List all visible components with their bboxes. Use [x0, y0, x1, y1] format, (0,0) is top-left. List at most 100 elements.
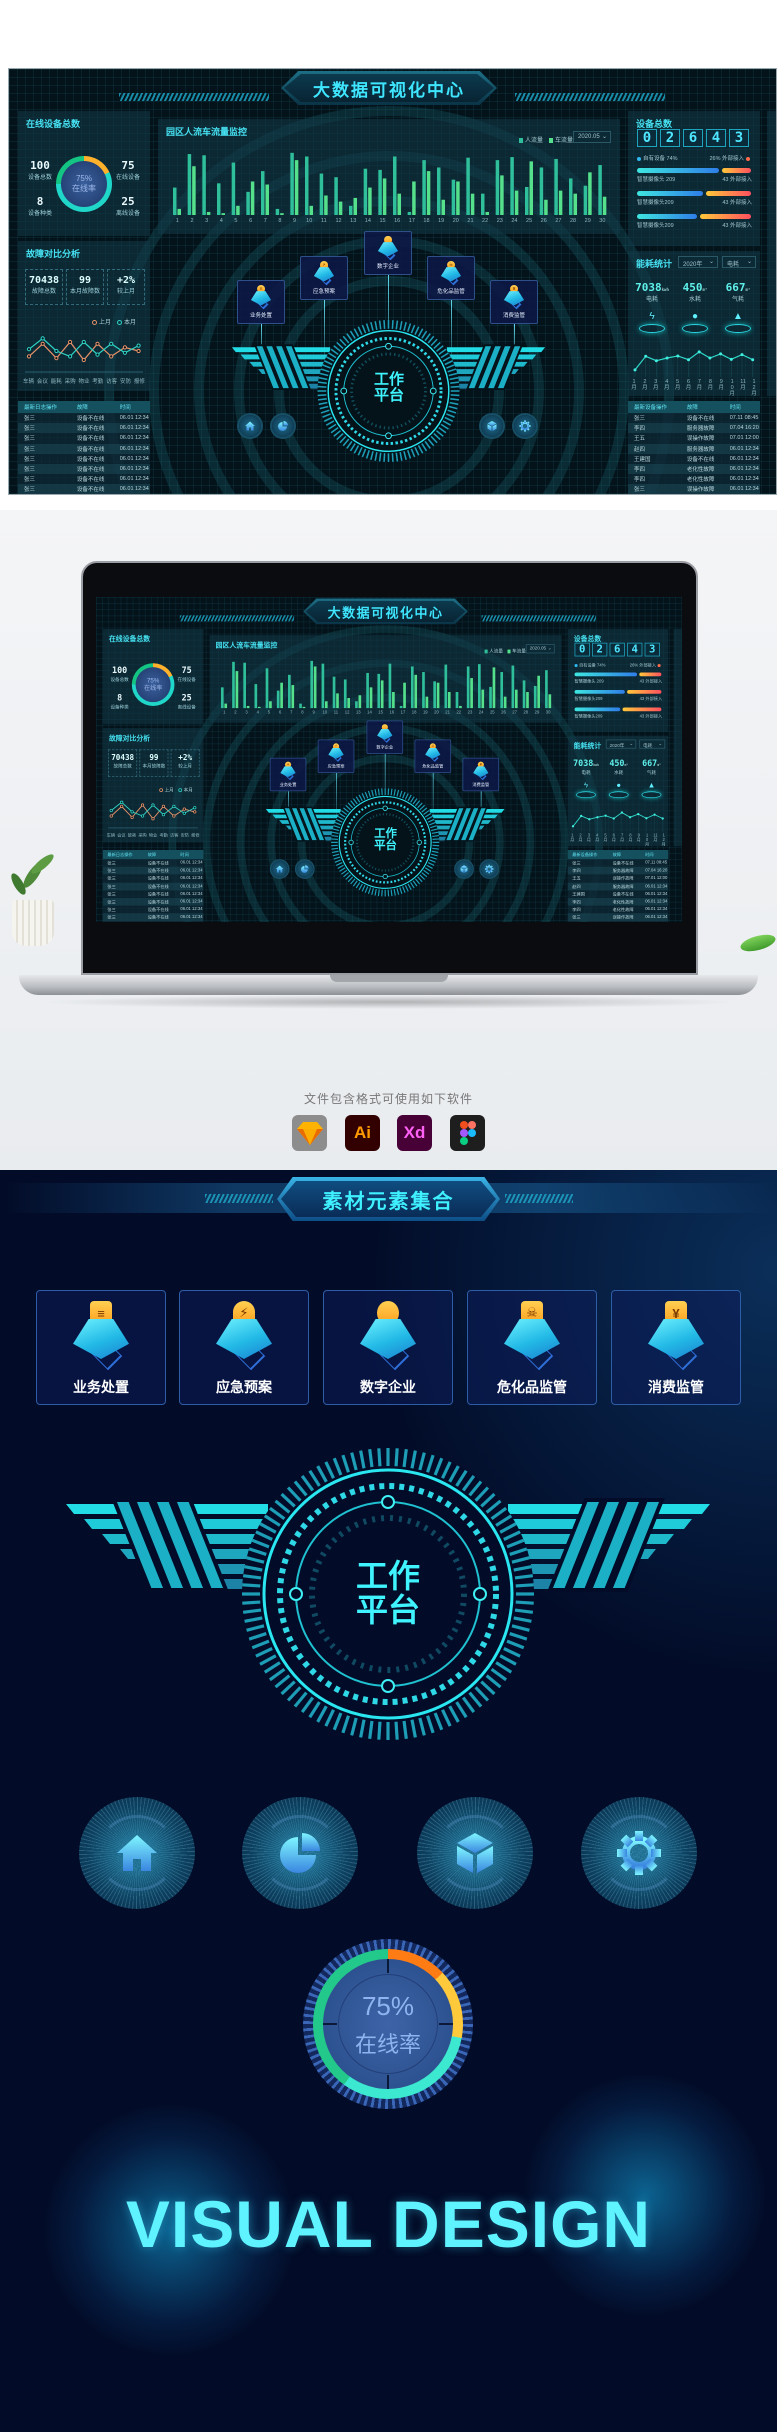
cube-button[interactable] — [481, 415, 503, 437]
table-row[interactable]: 张三 设备不在线 06.01 12:34 — [18, 413, 150, 423]
flame-icon: ▲ — [647, 781, 656, 790]
table-row[interactable]: 张三 设备不在线 06.01 12:34 — [18, 463, 150, 475]
table-row[interactable]: 李四 老化性故障 06.01 12:34 — [628, 474, 760, 484]
module-card-4[interactable]: ¥ 消费监管 — [490, 280, 538, 324]
module-card-2[interactable]: 数字企业 — [323, 1290, 453, 1405]
x-tick-label: 9 — [293, 218, 297, 224]
module-card-0[interactable]: ≡ 业务处置 — [237, 280, 285, 324]
stat-value-line: 667m³ — [636, 759, 666, 769]
title-banner: 大数据可视化中心 — [9, 69, 776, 111]
month-select[interactable]: 2020.05 ⌄ — [573, 131, 611, 143]
stat-2: 8 设备种类 — [26, 195, 54, 217]
table-row[interactable]: 张三 设备不在线 06.01 12:34 — [18, 443, 150, 454]
module-card-2[interactable]: 数字企业 — [366, 720, 404, 754]
x-tick-label: 考勤 — [159, 833, 168, 838]
data-point — [140, 803, 145, 807]
table-row[interactable]: 张三 设备不在线 06.01 12:34 — [103, 859, 204, 867]
year-select[interactable]: 2020年 ⌄ — [678, 256, 718, 268]
table-row[interactable]: 张三 设备不在线 06.01 12:34 — [18, 454, 150, 464]
table-row[interactable]: 张三 设备不在线 06.01 12:34 — [18, 474, 150, 484]
legend-label: 人流量 — [525, 138, 544, 144]
stat-label: 设备种类 — [110, 705, 129, 710]
module-card-2[interactable]: 数字企业 — [364, 231, 412, 275]
traffic-bar-chart — [173, 152, 607, 215]
ring-tick — [402, 1448, 408, 1468]
table-row[interactable]: 王五 误操作故障 07.01 12:00 — [628, 433, 760, 443]
table-row[interactable]: 张三 误操作故障 06.01 12:34 — [567, 913, 669, 922]
bar-left-label: 智慧摄像头209 — [574, 696, 603, 702]
table-row[interactable]: 张三 设备不在线 07.11 08:45 — [568, 859, 669, 867]
x-tick-label: 5月 — [674, 379, 681, 391]
x-tick-label: 24 — [511, 218, 518, 224]
device-log-table: 最新设备操作 故障 时间 张三 设备不在线 07.11 08:45 李四 服务器故障 07.04… — [567, 849, 669, 922]
year-select[interactable]: 2020年 ⌄ — [605, 739, 637, 749]
bar-people — [232, 661, 235, 709]
table-cell: 设备不在线 — [147, 900, 169, 905]
module-card-0[interactable]: ≡ 业务处置 — [36, 1290, 166, 1405]
energy-type-select[interactable]: 电耗 ⌄ — [639, 739, 666, 749]
module-card-4[interactable]: ¥ 消费监管 — [611, 1290, 741, 1405]
module-card-1[interactable]: ⚡ 应急预案 — [179, 1290, 309, 1405]
table-row[interactable]: 张三 设备不在线 06.01 12:34 — [18, 433, 150, 443]
counter-digit: 3 — [729, 129, 749, 147]
table-row[interactable]: 王五 误操作故障 07.01 12:00 — [568, 875, 669, 883]
stat-label: 离线设备 — [115, 211, 140, 217]
gear-button[interactable] — [581, 1797, 697, 1909]
bar-people — [444, 664, 448, 709]
table-row[interactable]: 张三 设备不在线 07.11 08:45 — [628, 413, 760, 423]
energy-type-select[interactable]: 电耗 ⌄ — [722, 256, 756, 268]
table-row[interactable]: 李四 服务器故障 07.04 16:20 — [628, 423, 760, 434]
table-row[interactable]: 张三 设备不在线 06.01 12:34 — [102, 897, 204, 906]
ring-tick — [432, 834, 439, 838]
table-row[interactable]: 张三 设备不在线 06.01 12:34 — [102, 913, 204, 922]
table-row[interactable]: 张三 设备不在线 06.01 12:34 — [103, 906, 204, 914]
cube-button[interactable] — [417, 1797, 533, 1909]
module-card-3[interactable]: ☠ 危化品监管 — [467, 1290, 597, 1405]
gauge-label: 在线率 — [72, 184, 96, 193]
legend-swatch — [549, 137, 554, 143]
pie-chart-button[interactable] — [272, 415, 294, 437]
cube-button[interactable] — [455, 860, 473, 878]
ring-tick — [317, 394, 327, 397]
module-card-0[interactable]: ≡ 业务处置 — [269, 757, 307, 792]
home-button[interactable] — [271, 860, 289, 878]
table-row[interactable]: 王建国 设备不在线 06.01 12:34 — [568, 890, 669, 898]
table-row[interactable]: 张三 误操作故障 06.01 12:34 — [628, 484, 760, 494]
pie-chart-button[interactable] — [296, 860, 314, 878]
module-card-1[interactable]: ⚡ 应急预案 — [317, 739, 355, 774]
table-row[interactable]: 张三 设备不在线 06.01 12:34 — [102, 882, 204, 891]
module-card-3[interactable]: ☠ 危化品监管 — [427, 256, 475, 300]
gear-button[interactable] — [514, 415, 536, 437]
table-row[interactable]: 王建国 设备不在线 06.01 12:34 — [628, 454, 760, 464]
gear-button[interactable] — [480, 860, 498, 878]
table-row[interactable]: 李四 服务器故障 07.04 16:20 — [567, 866, 669, 875]
stat-value: 75 — [121, 159, 135, 172]
x-tick-label: 23 — [496, 218, 503, 224]
data-point — [729, 357, 733, 361]
ring-tick — [331, 847, 339, 850]
module-card-4[interactable]: ¥ 消费监管 — [462, 757, 500, 792]
module-card-3[interactable]: ☠ 危化品监管 — [414, 739, 452, 774]
table-row[interactable]: 张三 设备不在线 06.01 12:34 — [103, 875, 204, 883]
module-card-1[interactable]: ⚡ 应急预案 — [300, 256, 348, 300]
home-button[interactable] — [79, 1797, 195, 1909]
table-row[interactable]: 赵四 服务器故障 06.01 12:34 — [567, 882, 669, 891]
table-row[interactable]: 张三 设备不在线 06.01 12:34 — [18, 484, 150, 494]
column-header: 最新设备操作 — [634, 405, 668, 411]
bar-people — [539, 167, 544, 215]
table-row[interactable]: 李四 老化性故障 06.01 12:34 — [628, 463, 760, 475]
table-row[interactable]: 李四 老化性故障 06.01 12:34 — [567, 897, 669, 906]
title-banner: 大数据可视化中心 — [96, 597, 682, 629]
pie-chart-button[interactable] — [242, 1797, 358, 1909]
pedestal-top — [216, 1319, 272, 1359]
table-row[interactable]: 张三 设备不在线 06.01 12:34 — [18, 423, 150, 434]
table-row[interactable]: 赵四 服务器故障 06.01 12:34 — [628, 443, 760, 454]
month-select[interactable]: 2020.05 ⌄ — [525, 644, 555, 654]
home-button[interactable] — [239, 415, 261, 437]
pyramid-pedestal — [473, 766, 489, 781]
legend-dot — [117, 319, 123, 325]
dashboard-title: 大数据可视化中心 — [305, 600, 466, 623]
table-row[interactable]: 张三 设备不在线 06.01 12:34 — [102, 866, 204, 875]
table-row[interactable]: 李四 老化性故障 06.01 12:34 — [568, 906, 669, 914]
table-row[interactable]: 张三 设备不在线 06.01 12:34 — [103, 890, 204, 898]
